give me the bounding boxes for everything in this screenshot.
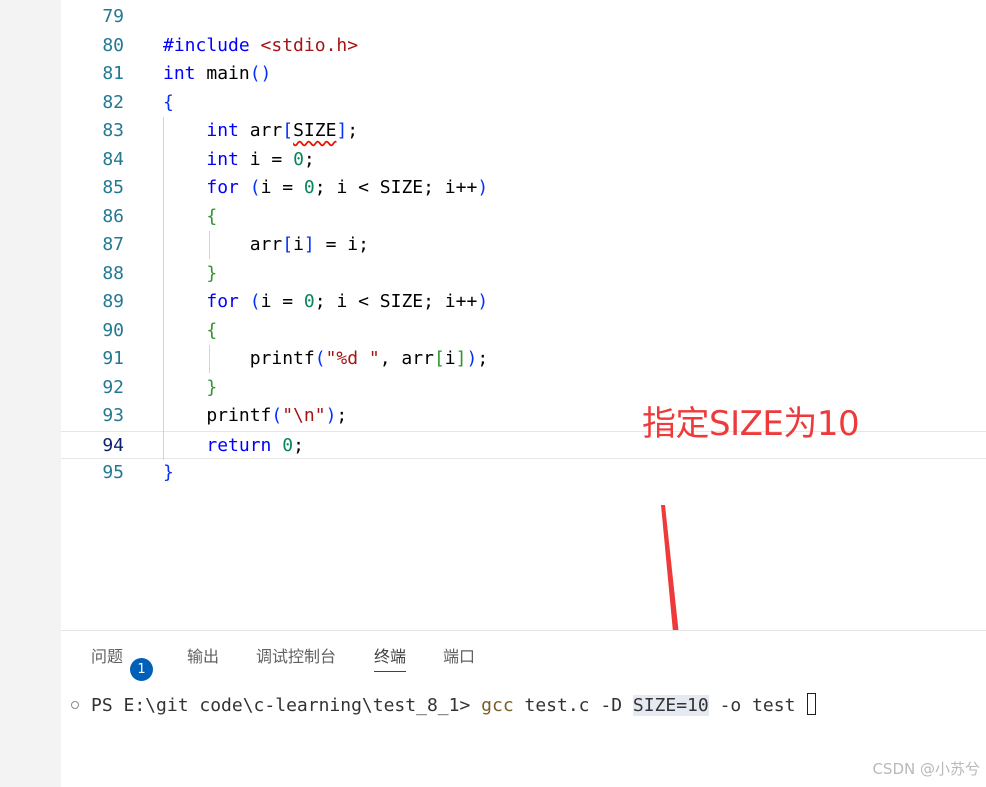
problems-count-badge: 1 bbox=[130, 658, 153, 681]
tab-ports[interactable]: 端口 bbox=[443, 643, 475, 671]
tab-terminal[interactable]: 终端 bbox=[374, 643, 407, 672]
terminal-command: gcc bbox=[481, 695, 514, 716]
tab-problems[interactable]: 问题 bbox=[91, 643, 123, 671]
tab-ports-label: 端口 bbox=[443, 647, 476, 666]
tab-output-label: 输出 bbox=[187, 647, 220, 666]
terminal-args-after: -o test bbox=[708, 695, 796, 716]
tab-terminal-label: 终端 bbox=[374, 647, 407, 666]
tab-output[interactable]: 输出 bbox=[187, 643, 219, 671]
bottom-panel: 问题 1 输出 调试控制台 终端 端口 PS E:\git code\c-lea… bbox=[61, 630, 986, 787]
terminal-command-line[interactable]: PS E:\git code\c-learning\test_8_1> gcc … bbox=[91, 693, 817, 719]
terminal-args-before: test.c -D bbox=[513, 695, 633, 716]
tab-problems-label: 问题 bbox=[91, 647, 124, 666]
terminal-status-circle-icon bbox=[71, 701, 79, 709]
cursor-block-icon bbox=[807, 693, 817, 715]
terminal-prompt: PS E:\git code\c-learning\test_8_1> bbox=[91, 695, 482, 716]
watermark: CSDN @小苏兮 bbox=[872, 760, 980, 778]
terminal-highlight: SIZE=10 bbox=[632, 695, 709, 716]
tab-debug-console-label: 调试控制台 bbox=[256, 647, 337, 666]
tab-debug-console[interactable]: 调试控制台 bbox=[256, 643, 336, 671]
